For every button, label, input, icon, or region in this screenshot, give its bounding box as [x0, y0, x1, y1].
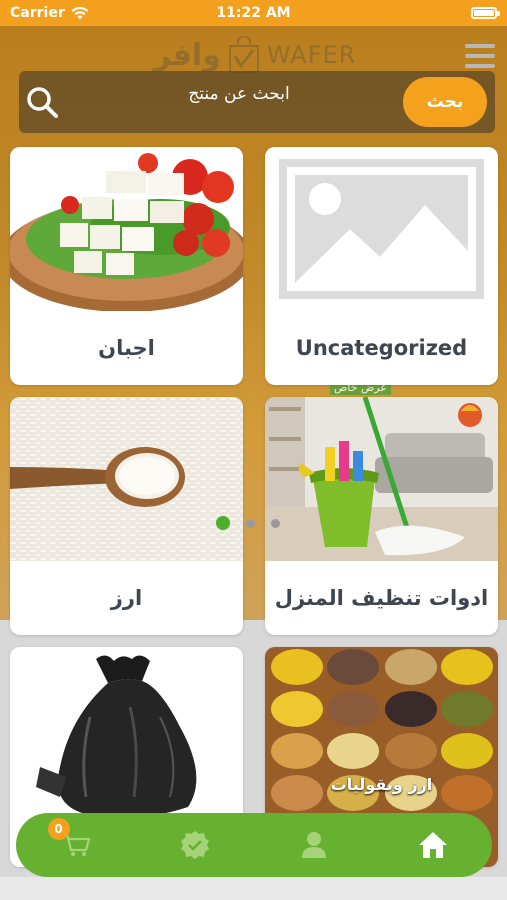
status-bar: Carrier 11:22 AM: [0, 0, 507, 26]
carousel-dot[interactable]: [271, 518, 280, 528]
nav-verified[interactable]: [165, 820, 225, 870]
shopping-bag-logo-icon: [228, 36, 259, 73]
rice-spoon-image: [10, 397, 243, 561]
category-card-rice[interactable]: ارز: [10, 397, 243, 635]
search-bar: بحث: [19, 71, 495, 133]
carrier-label: Carrier: [10, 5, 65, 21]
category-label: ارز وبقوليات: [330, 775, 433, 794]
logo-english: WAFER: [266, 41, 357, 69]
bottom-safe-area: [0, 877, 507, 900]
category-label: ادوات تنظيف المنزل: [274, 586, 489, 610]
category-card-cleaning-tools[interactable]: ادوات تنظيف المنزل: [265, 397, 498, 635]
cart-count-badge: 0: [47, 818, 70, 840]
hamburger-menu-icon[interactable]: [465, 44, 495, 68]
verified-badge-icon: [180, 831, 209, 859]
search-icon[interactable]: [25, 85, 59, 119]
carousel-dot[interactable]: [246, 518, 255, 528]
carousel-dots: [216, 516, 280, 530]
battery-icon: [471, 7, 500, 19]
user-icon: [301, 832, 326, 858]
logo-arabic: وافر: [153, 37, 221, 73]
nav-home[interactable]: [403, 820, 463, 870]
nav-cart[interactable]: 0: [46, 818, 106, 870]
category-label: Uncategorized: [295, 336, 468, 360]
home-icon: [418, 832, 447, 858]
category-card-cheese[interactable]: اجبان: [10, 147, 243, 385]
category-card-uncategorized[interactable]: Uncategorized: [265, 147, 498, 385]
placeholder-image-icon: [265, 147, 498, 311]
category-label: اجبان: [98, 336, 155, 360]
search-button[interactable]: بحث: [403, 77, 487, 127]
nav-profile[interactable]: [284, 820, 344, 870]
bottom-navigation: 0: [16, 813, 492, 877]
wifi-icon: [71, 6, 89, 19]
cleaning-tools-image: [265, 397, 498, 561]
cheese-plate-image: [10, 147, 243, 311]
carousel-dot-active[interactable]: [216, 516, 230, 530]
category-label: ارز: [110, 586, 143, 610]
search-input[interactable]: [79, 77, 399, 111]
